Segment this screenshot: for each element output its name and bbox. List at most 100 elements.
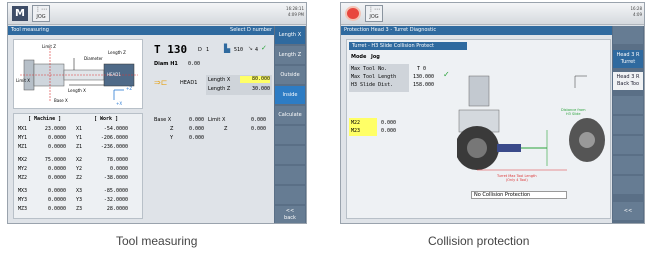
alarm-icon[interactable] <box>345 6 361 21</box>
panel-title: Turret - H3 Slide Collision Protect <box>349 42 467 50</box>
limit-x-label: Limit X <box>16 78 30 83</box>
softkey-blank-e[interactable] <box>613 156 643 174</box>
limit-x-field-label: Limit X <box>208 117 226 123</box>
m22-label: M22 <box>351 120 361 126</box>
d-label: D <box>198 47 202 53</box>
diameter-label: Diameter <box>84 56 103 61</box>
softkey-bar-2: Head 3 R Turret Head 3 R Back Too << <box>612 26 644 223</box>
base-x-field-label: Base X <box>154 117 172 123</box>
softkey-blank-4[interactable] <box>275 186 305 204</box>
softkey-blank-1[interactable] <box>275 126 305 144</box>
softkey-blank-b[interactable] <box>613 96 643 114</box>
length-z-field[interactable]: 30.000 <box>240 86 270 92</box>
machine-value: 75.0000 <box>44 157 66 163</box>
limit-z-field-label: Z <box>224 126 228 132</box>
status-field: No Collision Protection <box>471 191 567 199</box>
axis-z-label: +Z <box>126 86 133 91</box>
clock: 16:28:11 4:09 PM <box>286 6 304 17</box>
work-value: -85.0000 <box>103 188 128 194</box>
softkey-calculate[interactable]: Calculate <box>275 106 305 124</box>
softkey-head3-turret[interactable]: Head 3 R Turret <box>613 50 643 68</box>
caption-collision-protection: Collision protection <box>428 234 530 248</box>
collision-panel: Turret - H3 Slide Collision Protect Mode… <box>346 39 611 219</box>
clock-2: 16:28 4:09 <box>630 6 642 17</box>
title-hint: Select D number <box>230 27 272 33</box>
softkey-blank-c[interactable] <box>613 116 643 134</box>
limit-z-field[interactable]: 0.000 <box>238 126 266 132</box>
machine-mode-icon[interactable]: M <box>12 6 28 21</box>
tool-measuring-screen: M ⋮⋯ JOG 16:28:11 4:09 PM Tool measuring… <box>7 2 307 224</box>
work-value: 28.0000 <box>106 206 128 212</box>
head-diagram-label: HEAD1 <box>107 72 121 77</box>
softkey-bar: Length X Length Z Outside Inside Calcula… <box>274 26 306 223</box>
diam-label: Diam H1 <box>154 61 178 67</box>
edge-value: 4 <box>255 47 259 53</box>
softkey-blank-3[interactable] <box>275 166 305 184</box>
softkey-blank-a[interactable] <box>613 26 643 44</box>
base-z-field[interactable]: 0.000 <box>178 126 204 132</box>
softkey-length-z[interactable]: Length Z <box>275 46 305 64</box>
top-bar: M ⋮⋯ JOG 16:28:11 4:09 PM <box>8 3 306 25</box>
machine-value: 0.0000 <box>47 135 66 141</box>
machine-value: 0.0000 <box>47 175 66 181</box>
machine-value: 0.0000 <box>47 197 66 203</box>
mode-label: Mode <box>351 54 367 60</box>
softkey-blank-f[interactable] <box>613 176 643 194</box>
base-z-label: Z <box>170 126 174 132</box>
length-z-diagram-label: Length Z <box>108 50 126 55</box>
check-icon-2: ✓ <box>443 70 450 79</box>
screen-title: Tool measuring <box>11 27 49 33</box>
st-value: 510 <box>234 47 244 53</box>
softkey-outside[interactable]: Outside <box>275 66 305 84</box>
base-y-field[interactable]: 0.000 <box>178 135 204 141</box>
softkey-length-x[interactable]: Length X <box>275 26 305 44</box>
coordinates-panel: [ Machine ] [ Work ] MX1 23.0000 X1 -54.000… <box>13 113 143 219</box>
param-max-tool-no-label: Max Tool No. <box>351 66 388 72</box>
param-max-tool-length-label: Max Tool Length <box>351 74 397 80</box>
tool-number[interactable]: T 130 <box>154 43 187 56</box>
m23-label: M23 <box>351 128 361 134</box>
d-number-field[interactable]: 1 <box>206 47 209 53</box>
param-max-tool-no-value[interactable]: T 0 <box>417 66 426 72</box>
tool-holder-icon: ▙ <box>224 44 231 53</box>
work-value: -32.0000 <box>103 197 128 203</box>
length-z-label: Length Z <box>208 86 231 92</box>
softkey-blank-d[interactable] <box>613 136 643 154</box>
m23-value[interactable]: 0.000 <box>381 128 396 134</box>
softkey-head3-back[interactable]: Head 3 R Back Too <box>613 72 643 90</box>
param-slide-dist-value[interactable]: 158.000 <box>413 82 434 88</box>
jog-label-2: JOG <box>369 14 379 20</box>
jog-mode-icon[interactable]: ⋮⋯ JOG <box>32 5 50 22</box>
axis-x-label: +X <box>116 101 123 106</box>
length-x-field[interactable]: 80.000 <box>240 76 270 83</box>
machine-value: 0.0000 <box>47 188 66 194</box>
caption-tool-measuring: Tool measuring <box>116 234 198 248</box>
length-x-label: Length X <box>208 77 231 83</box>
top-bar-2: ⋮⋯ JOG 16:28 4:09 <box>341 3 644 25</box>
screen-title-2: Protection Head 3 - Turret Diagnostic <box>344 27 437 33</box>
softkey-back-2[interactable]: << <box>613 202 643 220</box>
softkey-blank-2[interactable] <box>275 146 305 164</box>
softkey-inside[interactable]: Inside <box>275 86 305 104</box>
machine-value: 0.0000 <box>47 166 66 172</box>
tool-diagram: Limit Z Diameter Limit X Length X Base X… <box>13 39 143 109</box>
turret-max-label: Turret Max Tool Length (Only 4 Tool) <box>497 174 537 182</box>
tool-info-panel: T 130 D 1 ▙ 510 ↘ 4 ✓ Diam H1 0.00 ⇒⊏ HE… <box>148 41 274 111</box>
softkey-back[interactable]: << back <box>275 206 305 223</box>
work-value: 78.0000 <box>106 157 128 163</box>
diam-value[interactable]: 0.00 <box>188 61 200 67</box>
machine-value: 23.0000 <box>44 126 66 132</box>
jog-mode-icon-2[interactable]: ⋮⋯ JOG <box>365 5 383 22</box>
work-value: -38.0000 <box>103 175 128 181</box>
distance-label: Distance from H3 Slide <box>561 108 586 116</box>
base-limit-panel: Base X 0.000 Limit X 0.000 Z 0.000 Z 0.0… <box>148 115 274 155</box>
machine-value: 0.0000 <box>47 144 66 150</box>
limit-x-field[interactable]: 0.000 <box>238 117 266 123</box>
m22-value[interactable]: 0.000 <box>381 120 396 126</box>
base-y-label: Y <box>170 135 174 141</box>
head-label: HEAD1 <box>180 80 198 86</box>
limit-z-label: Limit Z <box>42 44 56 49</box>
base-x-field[interactable]: 0.000 <box>178 117 204 123</box>
param-max-tool-length-value[interactable]: 130.000 <box>413 74 434 80</box>
machine-value: 0.0000 <box>47 206 66 212</box>
